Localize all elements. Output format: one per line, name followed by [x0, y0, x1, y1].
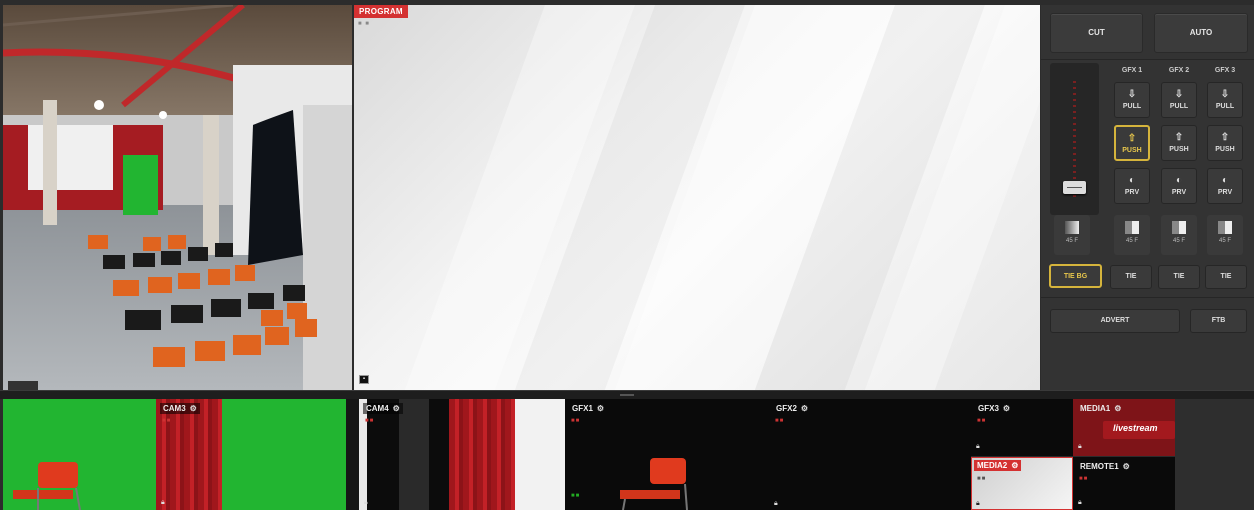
lock-icon: 🔒︎ — [774, 500, 778, 507]
source-label-gfx1: GFX1 ⚙ — [572, 404, 605, 413]
gfx3-pull-button[interactable]: ⇩ PULL — [1207, 82, 1243, 118]
source-thumb-gfx2[interactable]: GFX2 ⚙ ■■ 🔒︎ — [769, 399, 971, 510]
cut-button[interactable]: CUT — [1050, 13, 1143, 53]
multiview-resize-handle[interactable] — [0, 390, 1254, 399]
push-icon: ⇧ — [1127, 133, 1137, 144]
lock-icon: 🔒︎ — [161, 499, 165, 506]
gfx3-header: GFX 3 — [1214, 67, 1236, 74]
transition-icon — [1065, 221, 1079, 234]
gfx1-header: GFX 1 — [1121, 67, 1143, 74]
source-label-remote1: REMOTE1 ⚙ — [1080, 462, 1130, 471]
transition-icon — [1125, 221, 1139, 234]
gfx3-push-button[interactable]: ⇧ PUSH — [1207, 125, 1243, 161]
pull-icon: ⇩ — [1220, 89, 1230, 100]
tie-gfx2-button[interactable]: TIE — [1158, 265, 1200, 289]
source-label-media2: MEDIA2 ⚙ — [974, 460, 1022, 471]
tally-dots: ■■ — [365, 418, 375, 424]
tally-dots: ■■ — [162, 418, 172, 424]
gfx2-pull-button[interactable]: ⇩ PULL — [1161, 82, 1197, 118]
preview-eye-icon: ◐ — [1221, 175, 1229, 186]
lock-icon: 🔒︎ — [976, 443, 980, 450]
source-thumb-greenscreen[interactable] — [3, 399, 156, 510]
chair-image — [13, 462, 81, 510]
preview-eye-icon: ◐ — [1175, 175, 1183, 186]
source-thumb-remote1[interactable]: REMOTE1 ⚙ ■■ 🔒︎ — [1073, 457, 1175, 510]
transition-icon — [1218, 221, 1232, 234]
source-label-gfx3: GFX3 ⚙ — [978, 404, 1011, 413]
gfx2-push-button[interactable]: ⇧ PUSH — [1161, 125, 1197, 161]
gfx3-prv-button[interactable]: ◐ PRV — [1207, 168, 1243, 204]
source-thumb-gfx3[interactable]: GFX3 ⚙ ■■ 🔒︎ — [971, 399, 1073, 456]
ftb-button[interactable]: FTB — [1190, 309, 1247, 333]
program-monitor[interactable]: PROGRAM ■ ■ ▪ — [354, 5, 1040, 390]
gfx2-header: GFX 2 — [1168, 67, 1190, 74]
t-bar[interactable] — [1050, 63, 1099, 215]
curtain-image — [449, 399, 515, 510]
gfx1-transition-tile[interactable]: 45 F — [1114, 215, 1150, 255]
lock-icon: 🔒︎ — [1078, 499, 1082, 506]
empty-source-slot — [1175, 399, 1254, 510]
gear-icon[interactable]: ⚙ — [1003, 404, 1010, 413]
gear-icon[interactable]: ⚙ — [190, 404, 197, 413]
push-icon: ⇧ — [1220, 132, 1230, 143]
auto-button[interactable]: AUTO — [1154, 13, 1248, 53]
tally-dots: ■■ — [977, 476, 987, 482]
tally-dots: ■■ — [977, 418, 987, 424]
preview-monitor[interactable] — [3, 5, 352, 390]
gear-icon[interactable]: ⚙ — [1123, 462, 1130, 471]
gear-icon[interactable]: ⚙ — [597, 404, 604, 413]
source-thumb-media1[interactable]: livestream MEDIA1 ⚙ 🔒︎ — [1073, 399, 1175, 456]
preview-eye-icon: ◐ — [1128, 175, 1136, 186]
switcher-app: PROGRAM ■ ■ ▪ CUT AUTO GFX 1 GFX 2 GFX 3… — [0, 0, 1254, 510]
tie-gfx3-button[interactable]: TIE — [1205, 265, 1247, 289]
pull-icon: ⇩ — [1127, 89, 1137, 100]
resize-grip — [620, 394, 634, 396]
audio-dots: ■■ — [571, 493, 581, 499]
source-thumb-gfx1[interactable]: GFX1 ⚙ ■■ ■■ — [565, 399, 769, 510]
tally-dots: ■■ — [571, 418, 581, 424]
bg-transition-tile[interactable]: 45 F — [1054, 215, 1090, 255]
gear-icon[interactable]: ⚙ — [393, 404, 400, 413]
gear-icon[interactable]: ⚙ — [1011, 461, 1018, 470]
lock-icon: 🔒︎ — [364, 499, 368, 506]
gfx2-prv-button[interactable]: ◐ PRV — [1161, 168, 1197, 204]
switcher-control-panel: CUT AUTO GFX 1 GFX 2 GFX 3 ⇩ PULL ⇩ PULL ⇩… — [1041, 5, 1254, 390]
gfx3-transition-tile[interactable]: 45 F — [1207, 215, 1243, 255]
pull-icon: ⇩ — [1174, 89, 1184, 100]
source-label-cam4: CAM4 ⚙ — [363, 403, 403, 414]
push-icon: ⇧ — [1174, 132, 1184, 143]
source-label-media1: MEDIA1 ⚙ — [1080, 404, 1122, 413]
empty-source-slot — [346, 399, 359, 510]
source-thumb-media2[interactable]: MEDIA2 ⚙ ■■ 🔒︎ — [971, 457, 1073, 510]
gfx1-pull-button[interactable]: ⇩ PULL — [1114, 82, 1150, 118]
tie-gfx1-button[interactable]: TIE — [1110, 265, 1152, 289]
tally-dots: ■■ — [775, 418, 785, 424]
t-bar-handle[interactable] — [1063, 181, 1086, 194]
tally-dots: ■■ — [1079, 476, 1089, 482]
gfx2-transition-tile[interactable]: 45 F — [1161, 215, 1197, 255]
transition-icon — [1172, 221, 1186, 234]
gear-icon[interactable]: ⚙ — [1114, 404, 1121, 413]
chair-image — [620, 458, 688, 510]
tie-bg-button[interactable]: TIE BG — [1049, 264, 1102, 288]
source-label-cam3: CAM3 ⚙ — [160, 403, 200, 414]
livestream-overlay-text: livestream — [1113, 423, 1158, 433]
gfx1-push-button[interactable]: ⇧ PUSH — [1114, 125, 1150, 161]
program-corner-icon[interactable]: ▪ — [359, 375, 369, 384]
gear-icon[interactable]: ⚙ — [801, 404, 808, 413]
gfx1-prv-button[interactable]: ◐ PRV — [1114, 168, 1150, 204]
lock-icon: 🔒︎ — [976, 500, 980, 507]
program-status-dots: ■ ■ — [358, 21, 370, 27]
curtain-image — [156, 399, 222, 510]
source-thumb-cam3[interactable]: CAM3 ⚙ ■■ 🔒︎ — [156, 399, 346, 510]
program-label: PROGRAM — [354, 5, 408, 18]
lock-icon: 🔒︎ — [1078, 443, 1082, 450]
source-thumb-cam4[interactable]: CAM4 ⚙ ■■ 🔒︎ — [359, 399, 565, 510]
source-label-gfx2: GFX2 ⚙ — [776, 404, 809, 413]
venue-camera-image — [3, 5, 352, 390]
advert-button[interactable]: ADVERT — [1050, 309, 1180, 333]
